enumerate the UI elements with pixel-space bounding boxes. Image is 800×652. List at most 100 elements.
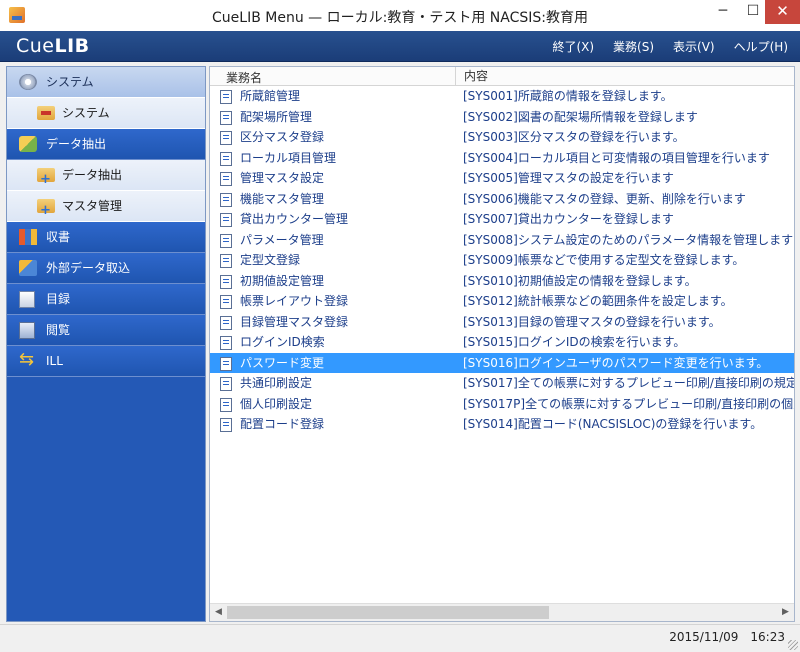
sidebar-category-acquisition[interactable]: 収書 <box>7 222 205 253</box>
sidebar-item-master-management[interactable]: マスタ管理 <box>7 191 205 226</box>
sidebar-category-catalog[interactable]: 目録 <box>7 284 205 315</box>
menu-exit[interactable]: 終了(X) <box>552 38 594 55</box>
table-row[interactable]: 帳票レイアウト登録 [SYS012]統計帳票などの範囲条件を設定します。 <box>210 291 794 312</box>
sidebar-category-system[interactable]: システム <box>7 67 205 98</box>
sidebar-category-ill[interactable]: ILL <box>7 345 205 377</box>
status-datetime: 2015/11/09 16:23 <box>669 630 785 644</box>
sidebar-item-label: ILL <box>46 354 63 368</box>
catalog-icon <box>19 291 35 308</box>
sidebar-category-data-extract[interactable]: データ抽出 <box>7 129 205 160</box>
document-icon <box>220 315 232 330</box>
sidebar-item-label: 外部データ取込 <box>46 261 131 275</box>
table-row[interactable]: 所蔵館管理 [SYS001]所蔵館の情報を登録します。 <box>210 86 794 107</box>
folder-add-icon <box>37 165 55 195</box>
circulation-icon <box>19 322 35 339</box>
row-task-name: 所蔵館管理 <box>240 89 301 103</box>
cuelib-logo: CueLIB <box>16 35 90 57</box>
document-icon <box>220 254 232 268</box>
menu-help[interactable]: ヘルプ(H) <box>734 38 788 55</box>
row-description: [SYS015]ログインIDの検索を行います。 <box>463 335 686 349</box>
data-extract-icon <box>19 136 37 152</box>
resize-grip-icon[interactable] <box>788 640 798 650</box>
sidebar-item-label: 収書 <box>46 230 71 244</box>
table-row[interactable]: 初期値設定管理 [SYS010]初期値設定の情報を登録します。 <box>210 271 794 292</box>
row-task-name: ログインID検索 <box>240 335 325 349</box>
sidebar-item-label: マスタ管理 <box>62 199 123 213</box>
sidebar-item-label: システム <box>46 75 94 89</box>
row-description: [SYS008]システム設定のためのパラメータ情報を管理します <box>463 232 794 247</box>
sidebar-item-data-extract[interactable]: データ抽出 <box>7 160 205 195</box>
document-icon <box>220 213 232 227</box>
document-icon <box>220 131 232 145</box>
gear-icon <box>19 74 37 90</box>
table-row[interactable]: 共通印刷設定 [SYS017]全ての帳票に対するプレビュー印刷/直接印刷の規定値を… <box>210 373 794 394</box>
document-icon <box>220 110 232 125</box>
table-row[interactable]: 区分マスタ登録 [SYS003]区分マスタの登録を行います。 <box>210 127 794 148</box>
row-task-name: ローカル項目管理 <box>240 150 337 165</box>
scroll-left-icon[interactable]: ◀ <box>210 604 227 621</box>
sidebar-item-label: 閲覧 <box>46 323 71 337</box>
table-row[interactable]: 目録管理マスタ登録 [SYS013]目録の管理マスタの登録を行います。 <box>210 312 794 333</box>
table-row[interactable]: パラメータ管理 [SYS008]システム設定のためのパラメータ情報を管理します <box>210 230 794 251</box>
sidebar-item-label: システム <box>62 106 110 120</box>
column-header-task-name[interactable]: 業務名 <box>226 69 262 86</box>
table-row[interactable]: ログインID検索 [SYS015]ログインIDの検索を行います。 <box>210 332 794 353</box>
scrollbar-thumb[interactable] <box>227 606 549 619</box>
row-description: [SYS016]ログインユーザのパスワード変更を行います。 <box>463 355 769 370</box>
table-row[interactable]: ローカル項目管理 [SYS004]ローカル項目と可変情報の項目管理を行います <box>210 148 794 169</box>
window-titlebar: CueLIB Menu — ローカル:教育・テスト用 NACSIS:教育用 ─ … <box>0 0 800 32</box>
row-description: [SYS003]区分マスタの登録を行います。 <box>463 130 685 144</box>
row-task-name: 管理マスタ設定 <box>240 171 325 185</box>
table-row-selected[interactable]: パスワード変更 [SYS016]ログインユーザのパスワード変更を行います。 <box>210 352 794 373</box>
table-row[interactable]: 配置コード登録 [SYS014]配置コード(NACSISLOC)の登録を行います。 <box>210 414 794 435</box>
table-row[interactable]: 管理マスタ設定 [SYS005]管理マスタの設定を行います <box>210 168 794 189</box>
row-description: [SYS013]目録の管理マスタの登録を行います。 <box>463 314 721 329</box>
row-description: [SYS006]機能マスタの登録、更新、削除を行います <box>463 191 746 206</box>
row-description: [SYS001]所蔵館の情報を登録します。 <box>463 89 673 103</box>
document-icon <box>220 356 232 371</box>
document-icon <box>220 192 232 207</box>
row-task-name: 初期値設定管理 <box>240 273 325 288</box>
status-date: 2015/11/09 <box>669 630 739 644</box>
horizontal-scrollbar[interactable]: ◀ ▶ <box>210 603 794 621</box>
document-icon <box>220 274 232 289</box>
row-task-name: 貸出カウンター管理 <box>240 212 349 226</box>
row-task-name: 区分マスタ登録 <box>240 130 325 144</box>
table-row[interactable]: 配架場所管理 [SYS002]図書の配架場所情報を登録します <box>210 107 794 128</box>
row-description: [SYS004]ローカル項目と可変情報の項目管理を行います <box>463 150 770 165</box>
row-description: [SYS002]図書の配架場所情報を登録します <box>463 109 698 124</box>
row-task-name: 個人印刷設定 <box>240 396 313 411</box>
sidebar-item-label: データ抽出 <box>62 168 123 182</box>
folder-icon <box>37 106 55 120</box>
import-icon <box>19 260 37 276</box>
maximize-button[interactable]: ☐ <box>738 0 768 24</box>
row-task-name: パラメータ管理 <box>240 232 324 247</box>
table-row[interactable]: 個人印刷設定 [SYS017P]全ての帳票に対するプレビュー印刷/直接印刷の個人設… <box>210 394 794 415</box>
menu-tasks[interactable]: 業務(S) <box>613 38 654 55</box>
menu-bar: 終了(X) 業務(S) 表示(V) ヘルプ(H) <box>552 38 788 55</box>
row-task-name: パスワード変更 <box>240 355 325 370</box>
minimize-button[interactable]: ─ <box>708 0 738 24</box>
row-description: [SYS005]管理マスタの設定を行います <box>463 171 674 185</box>
sidebar-category-import[interactable]: 外部データ取込 <box>7 253 205 284</box>
table-row[interactable]: 定型文登録 [SYS009]帳票などで使用する定型文を登録します。 <box>210 250 794 271</box>
sidebar-item-system[interactable]: システム <box>7 98 205 129</box>
document-icon <box>220 233 232 248</box>
document-icon <box>220 172 232 186</box>
sidebar-category-circulation[interactable]: 閲覧 <box>7 315 205 346</box>
close-button[interactable]: ✕ <box>765 0 800 24</box>
document-icon <box>220 295 232 309</box>
row-task-name: 定型文登録 <box>240 253 301 267</box>
row-description: [SYS010]初期値設定の情報を登録します。 <box>463 273 697 288</box>
menu-view[interactable]: 表示(V) <box>673 38 715 55</box>
table-row[interactable]: 貸出カウンター管理 [SYS007]貸出カウンターを登録します <box>210 209 794 230</box>
row-task-name: 帳票レイアウト登録 <box>240 294 349 308</box>
ill-icon <box>19 345 37 375</box>
table-row[interactable]: 機能マスタ管理 [SYS006]機能マスタの登録、更新、削除を行います <box>210 189 794 210</box>
window-title: CueLIB Menu — ローカル:教育・テスト用 NACSIS:教育用 <box>212 10 588 26</box>
document-icon <box>220 336 232 350</box>
row-description: [SYS017]全ての帳票に対するプレビュー印刷/直接印刷の規定値を設定 <box>463 376 794 390</box>
scroll-right-icon[interactable]: ▶ <box>777 604 794 621</box>
column-header-description[interactable]: 内容 <box>455 67 488 85</box>
document-icon <box>220 377 232 391</box>
